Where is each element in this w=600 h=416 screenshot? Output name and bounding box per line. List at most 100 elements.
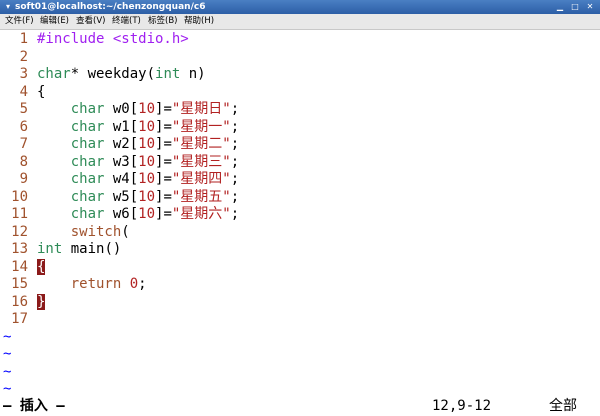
- code-token: main(): [62, 241, 122, 257]
- code-token: w3[: [104, 153, 139, 170]
- code-line[interactable]: 12 switch(: [0, 224, 130, 242]
- code-token: char: [70, 136, 105, 152]
- code-line[interactable]: 5 char w0[10]="星期日";: [0, 101, 240, 119]
- line-number: 15: [11, 276, 28, 292]
- code-line[interactable]: 6 char w1[10]="星期一";: [0, 118, 240, 137]
- line-number: 17: [11, 311, 28, 327]
- code-line[interactable]: 1 #include <stdio.h>: [0, 31, 189, 49]
- menu-edit[interactable]: 编辑(E): [40, 14, 69, 29]
- code-token: #include <stdio.h>: [37, 31, 189, 47]
- code-token: w6[: [104, 206, 139, 222]
- line-number: 8: [19, 153, 28, 170]
- code-line[interactable]: 16}: [0, 293, 46, 312]
- code-line[interactable]: 14 {: [0, 258, 46, 277]
- line-number: 2: [19, 48, 28, 65]
- menu-view[interactable]: 查看(V): [76, 14, 105, 29]
- terminal-icon: ▾: [5, 2, 10, 11]
- menu-terminal[interactable]: 终端(T): [112, 14, 141, 29]
- line-number: 12: [11, 223, 28, 240]
- code-token: char: [70, 101, 105, 117]
- code-token: 10: [138, 136, 156, 152]
- code-token: 10: [138, 153, 156, 170]
- line-number: 13: [11, 241, 28, 257]
- code-line[interactable]: 11 char w6[10]="星期六";: [0, 206, 239, 224]
- code-token: ]=: [155, 101, 172, 117]
- code-token: ]=: [155, 118, 172, 135]
- code-token: char: [70, 206, 105, 222]
- maximize-button[interactable]: □: [570, 2, 580, 12]
- code-line[interactable]: 7 char w2[10]="星期二";: [0, 136, 240, 154]
- code-token: }: [37, 293, 46, 310]
- line-number: 7: [19, 136, 28, 152]
- code-token: 10: [138, 101, 156, 117]
- code-token: w5[: [104, 188, 139, 205]
- code-line[interactable]: 3 char* weekday(int n): [0, 66, 206, 84]
- code-token: 10: [138, 188, 156, 205]
- code-token: n): [180, 66, 206, 82]
- title-bar[interactable]: ▾ soft01@localhost:~/chenzongquan/c6 ▁ □…: [0, 0, 600, 14]
- code-token: char: [70, 118, 105, 135]
- line-number: 16: [11, 293, 28, 310]
- code-line[interactable]: 2: [0, 49, 37, 67]
- code-token: (: [121, 223, 130, 240]
- close-button[interactable]: ✕: [585, 2, 595, 12]
- code-token: "星期二": [171, 136, 231, 152]
- line-number: 9: [19, 171, 28, 187]
- code-token: ;: [230, 153, 240, 170]
- code-token: ;: [230, 206, 240, 222]
- menu-file[interactable]: 文件(F): [5, 14, 34, 29]
- code-token: char: [70, 171, 105, 187]
- line-number: 14: [11, 258, 28, 275]
- code-token: char: [70, 153, 105, 170]
- code-token: w4[: [104, 171, 139, 187]
- code-line[interactable]: 10 char w5[10]="星期五";: [0, 189, 239, 207]
- code-line[interactable]: 4{: [0, 83, 46, 102]
- code-token: 0: [129, 276, 139, 292]
- code-line[interactable]: 9 char w4[10]="星期四";: [0, 171, 240, 189]
- code-token: ]=: [155, 171, 172, 187]
- code-token: switch: [70, 223, 122, 240]
- code-token: "星期三": [171, 153, 231, 170]
- code-token: ;: [230, 171, 240, 187]
- code-token: ;: [230, 136, 240, 152]
- code-token: w1[: [104, 118, 139, 135]
- mode-indicator: — 插入 —: [3, 398, 65, 414]
- code-token: {: [37, 258, 46, 275]
- code-line[interactable]: 17: [0, 311, 37, 329]
- code-token: char: [37, 66, 71, 82]
- code-line[interactable]: 15 return 0;: [0, 276, 147, 294]
- code-token: ;: [138, 276, 147, 292]
- line-number: 11: [11, 206, 28, 222]
- line-number: 1: [19, 31, 28, 47]
- cursor-position: 12,9-12: [432, 398, 492, 414]
- menu-tabs[interactable]: 标签(B): [148, 14, 177, 29]
- code-token: ]=: [155, 153, 172, 170]
- code-token: "星期一": [171, 118, 231, 135]
- line-number: 4: [19, 83, 28, 100]
- code-token: "星期四": [171, 171, 231, 187]
- code-line[interactable]: 13 int main(): [0, 241, 121, 259]
- code-token: w2[: [104, 136, 139, 152]
- code-token: "星期六": [171, 206, 231, 222]
- code-token: ]=: [155, 206, 172, 222]
- code-line[interactable]: 8 char w3[10]="星期三";: [0, 153, 240, 172]
- code-token: * weekday(: [70, 66, 156, 82]
- vim-editor[interactable]: 1 #include <stdio.h> 2 3 char* weekday(int n…: [0, 30, 600, 395]
- code-token: ]=: [155, 188, 172, 205]
- code-token: int: [37, 241, 63, 257]
- menu-help[interactable]: 帮助(H): [184, 14, 214, 29]
- code-token: 10: [138, 118, 156, 135]
- menu-bar: 文件(F) 编辑(E) 查看(V) 终端(T) 标签(B) 帮助(H): [0, 14, 600, 30]
- minimize-button[interactable]: ▁: [555, 2, 565, 12]
- line-number: 6: [19, 118, 28, 135]
- code-token: ]=: [155, 136, 172, 152]
- terminal-window: ▾ soft01@localhost:~/chenzongquan/c6 ▁ □…: [0, 0, 600, 416]
